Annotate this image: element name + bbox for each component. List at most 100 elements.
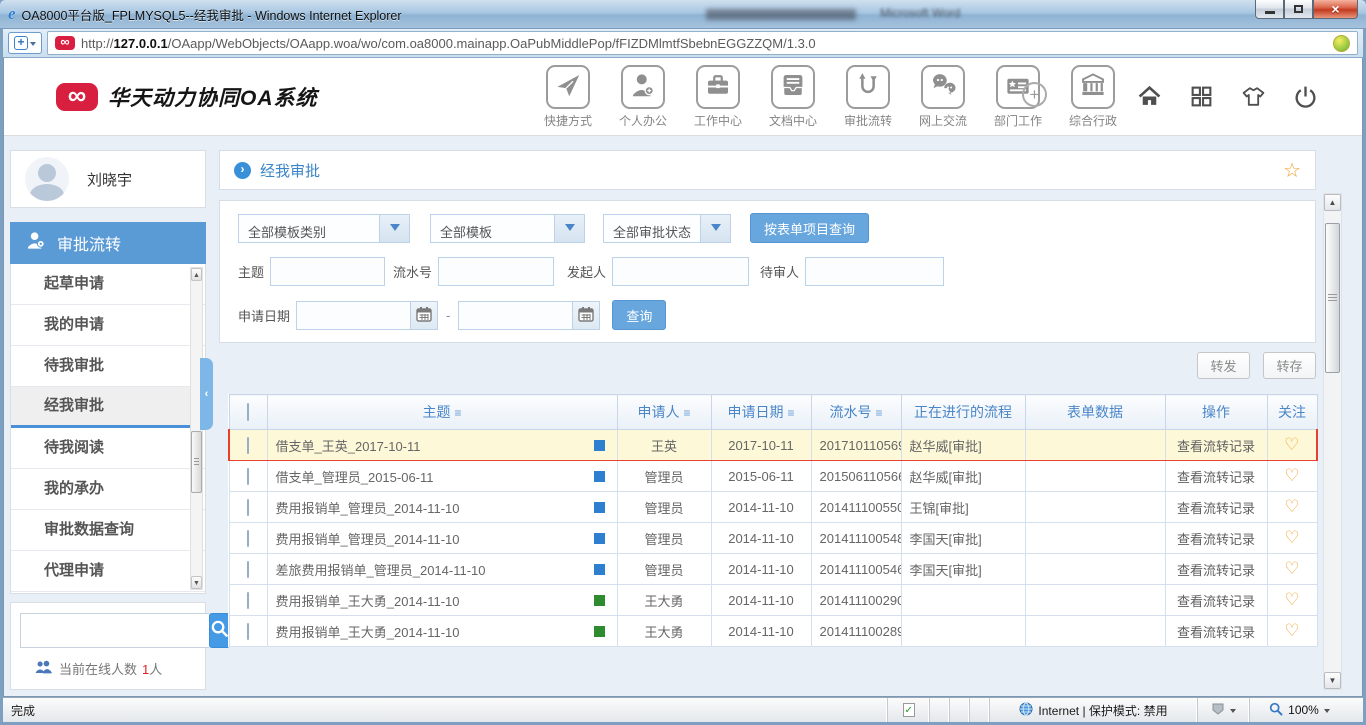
column-header-subject[interactable]: 主题≡ <box>267 395 617 430</box>
date-from-input[interactable] <box>296 301 410 330</box>
table-row[interactable]: 差旅费用报销单_管理员_2014-11-10 管理员 2014-11-10 20… <box>229 554 1317 585</box>
query-button[interactable]: 查询 <box>612 300 666 330</box>
follow-heart-icon[interactable]: ♡ <box>1284 590 1299 609</box>
view-flow-record-link[interactable]: 查看流转记录 <box>1177 563 1255 578</box>
scrollbar-thumb[interactable] <box>191 431 202 493</box>
resize-grip[interactable] <box>1349 698 1363 722</box>
view-flow-record-link[interactable]: 查看流转记录 <box>1177 439 1255 454</box>
home-icon[interactable] <box>1137 84 1162 114</box>
thumb-grip <box>1328 294 1337 302</box>
favorite-star-icon[interactable]: ☆ <box>1283 158 1301 183</box>
initiator-input[interactable] <box>612 257 749 286</box>
row-checkbox[interactable] <box>247 468 249 485</box>
address-toolbar: + ∞ http://127.0.0.1/OAapp/WebObjects/OA… <box>3 29 1363 58</box>
row-checkbox[interactable] <box>247 561 249 578</box>
nav-item-general-admin[interactable]: 综合行政 <box>1063 65 1123 129</box>
row-checkbox[interactable] <box>247 437 249 454</box>
view-flow-record-link[interactable]: 查看流转记录 <box>1177 594 1255 609</box>
table-row[interactable]: 费用报销单_管理员_2014-11-10 管理员 2014-11-10 2014… <box>229 492 1317 523</box>
scroll-down-icon[interactable]: ▼ <box>1324 672 1341 689</box>
browser-titlebar[interactable]: e OA8000平台版_FPLMYSQL5--经我审批 - Windows In… <box>0 0 1366 29</box>
scroll-up-icon[interactable]: ▲ <box>191 268 202 281</box>
sidebar-menu-item-approval-data-query[interactable]: 审批数据查询 <box>11 510 205 551</box>
nav-item-approval-flow[interactable]: 审批流转 <box>838 65 898 129</box>
row-checkbox[interactable] <box>247 623 249 640</box>
sidebar-menu-item-pending-my-reading[interactable]: 待我阅读 <box>11 428 205 469</box>
maximize-icon <box>1294 5 1303 13</box>
sidebar-menu-item-my-applications[interactable]: 我的申请 <box>11 305 205 346</box>
nav-plus-button[interactable]: + <box>8 32 42 54</box>
sidebar-menu-item-draft[interactable]: 起草申请 <box>11 264 205 305</box>
row-checkbox[interactable] <box>247 592 249 609</box>
go-refresh-icon[interactable] <box>1333 35 1350 52</box>
add-module-button[interactable]: + <box>1022 82 1047 107</box>
search-input[interactable] <box>20 613 209 648</box>
calendar-from-button[interactable] <box>410 301 438 330</box>
subject-input[interactable] <box>270 257 385 286</box>
compatibility-button[interactable] <box>1197 698 1249 722</box>
serial-input[interactable] <box>438 257 554 286</box>
nav-item-document-center[interactable]: 文档中心 <box>763 65 823 129</box>
view-flow-record-link[interactable]: 查看流转记录 <box>1177 501 1255 516</box>
column-header-applicant[interactable]: 申请人≡ <box>617 395 711 430</box>
calendar-to-button[interactable] <box>572 301 600 330</box>
sidebar-menu-item-approved-by-me[interactable]: 经我审批 <box>11 387 205 428</box>
sidebar-menu-item-my-undertaking[interactable]: 我的承办 <box>11 469 205 510</box>
pending-approver-label: 待审人 <box>760 262 799 281</box>
follow-heart-icon[interactable]: ♡ <box>1284 497 1299 516</box>
column-header-serial-no[interactable]: 流水号≡ <box>811 395 901 430</box>
view-flow-record-link[interactable]: 查看流转记录 <box>1177 470 1255 485</box>
theme-tshirt-icon[interactable] <box>1241 84 1266 114</box>
search-button[interactable] <box>209 613 230 648</box>
close-button[interactable]: × <box>1313 0 1358 19</box>
grid-apps-icon[interactable] <box>1189 84 1214 114</box>
status-marker <box>594 595 605 606</box>
nav-item-online-chat[interactable]: 网上交流 <box>913 65 973 129</box>
template-dropdown[interactable]: 全部模板 <box>430 214 585 243</box>
follow-heart-icon[interactable]: ♡ <box>1284 528 1299 547</box>
scroll-up-icon[interactable]: ▲ <box>1324 194 1341 211</box>
minimize-button[interactable] <box>1255 0 1284 19</box>
dropdown-button[interactable] <box>554 215 584 242</box>
nav-item-work-center[interactable]: 工作中心 <box>688 65 748 129</box>
table-row[interactable]: 借支单_王英_2017-10-11 王英 2017-10-11 20171011… <box>229 430 1317 461</box>
follow-heart-icon[interactable]: ♡ <box>1284 559 1299 578</box>
form-item-query-button[interactable]: 按表单项目查询 <box>750 213 869 243</box>
dropdown-button[interactable] <box>700 215 730 242</box>
address-bar-input[interactable]: ∞ http://127.0.0.1/OAapp/WebObjects/OAap… <box>47 31 1358 55</box>
pending-approver-input[interactable] <box>805 257 944 286</box>
follow-heart-icon[interactable]: ♡ <box>1284 435 1299 454</box>
follow-heart-icon[interactable]: ♡ <box>1284 466 1299 485</box>
table-row[interactable]: 费用报销单_王大勇_2014-11-10 王大勇 2014-11-10 2014… <box>229 616 1317 647</box>
forward-button[interactable]: 转发 <box>1197 352 1250 379</box>
calendar-icon <box>416 306 432 325</box>
archive-button[interactable]: 转存 <box>1263 352 1316 379</box>
sidebar-collapse-tab[interactable]: ‹ <box>200 358 213 430</box>
follow-heart-icon[interactable]: ♡ <box>1284 621 1299 640</box>
date-to-input[interactable] <box>458 301 572 330</box>
table-row[interactable]: 费用报销单_管理员_2014-11-10 管理员 2014-11-10 2014… <box>229 523 1317 554</box>
column-header-apply-date[interactable]: 申请日期≡ <box>711 395 811 430</box>
select-all-header[interactable] <box>229 395 267 430</box>
nav-item-shortcuts[interactable]: 快捷方式 <box>538 65 598 129</box>
power-logout-icon[interactable] <box>1293 84 1318 114</box>
table-row[interactable]: 借支单_管理员_2015-06-11 管理员 2015-06-11 201506… <box>229 461 1317 492</box>
maximize-button[interactable] <box>1284 0 1313 19</box>
table-row[interactable]: 费用报销单_王大勇_2014-11-10 王大勇 2014-11-10 2014… <box>229 585 1317 616</box>
row-checkbox[interactable] <box>247 499 249 516</box>
select-all-checkbox[interactable] <box>247 403 249 421</box>
content-scrollbar[interactable]: ▲ ▼ <box>1323 193 1342 690</box>
scrollbar-thumb[interactable] <box>1325 223 1340 373</box>
scroll-down-icon[interactable]: ▼ <box>191 576 202 589</box>
sidebar-menu-item-pending-my-approval[interactable]: 待我审批 <box>11 346 205 387</box>
sidebar-menu-item-proxy-application[interactable]: 代理申请 <box>11 551 205 592</box>
sidebar-section-approval-flow[interactable]: 审批流转 <box>10 222 206 264</box>
approval-status-dropdown[interactable]: 全部审批状态 <box>603 214 731 243</box>
nav-item-personal-office[interactable]: 个人办公 <box>613 65 673 129</box>
template-category-dropdown[interactable]: 全部模板类别 <box>238 214 410 243</box>
view-flow-record-link[interactable]: 查看流转记录 <box>1177 532 1255 547</box>
view-flow-record-link[interactable]: 查看流转记录 <box>1177 625 1255 640</box>
row-checkbox[interactable] <box>247 530 249 547</box>
dropdown-button[interactable] <box>379 215 409 242</box>
zoom-control[interactable]: 100% <box>1249 698 1349 722</box>
